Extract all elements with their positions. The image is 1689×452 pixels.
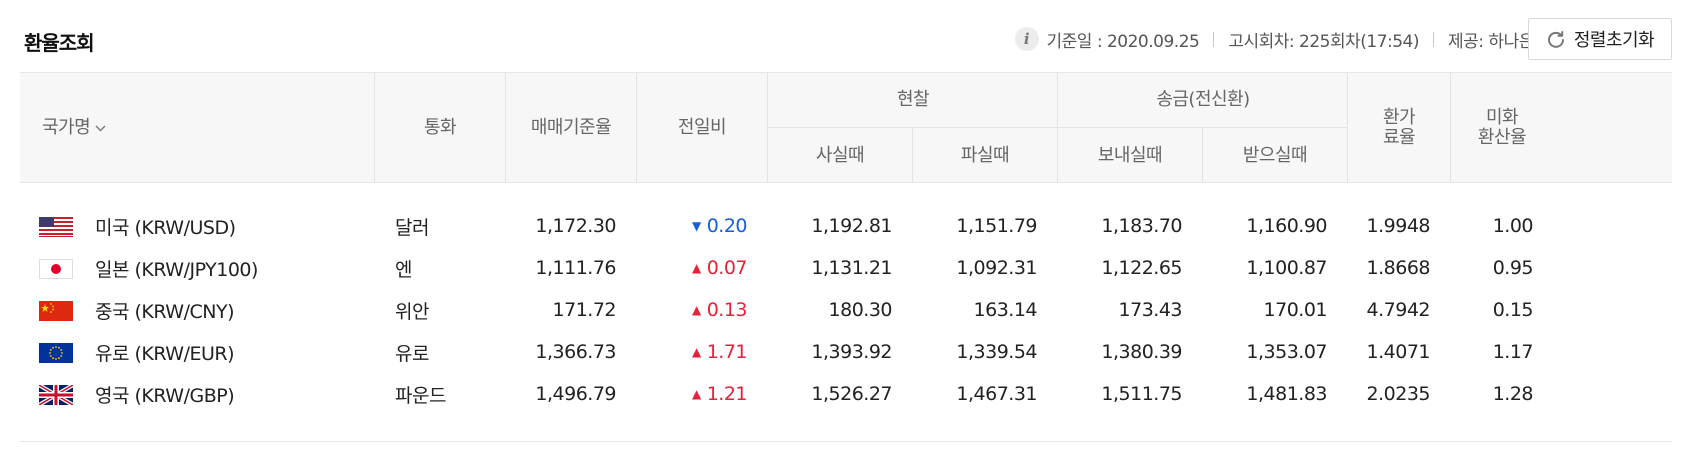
us-flag-icon [39,217,73,237]
base-rate: 171.72 [552,299,617,321]
jp-flag-icon [39,259,73,279]
currency-name: 유로 [395,342,429,365]
base-rate: 1,366.73 [535,341,616,363]
cash-sell: 1,092.31 [956,257,1037,279]
cash-sell: 1,467.31 [956,383,1037,405]
base-date: 기준일 : 2020.09.25 [1046,31,1200,52]
table-row[interactable]: 유로 (KRW/EUR) 유로 1,366.73 ▲ 1.71 1,393.92 … [20,331,1672,373]
column-header-remit-send: 보내실때 [1097,144,1163,166]
reset-sort-label: 정렬초기화 [1573,30,1655,51]
table-row[interactable]: 미국 (KRW/USD) 달러 1,172.30 ▼ 0.20 1,192.81 … [20,205,1672,247]
fx-rate: 4.7942 [1366,299,1431,321]
cash-sell: 163.14 [973,299,1038,321]
eu-flag-icon [39,343,73,363]
remit-receive: 1,160.90 [1246,215,1327,237]
column-header-fx-rate: 환가 료율 [1382,107,1416,148]
base-rate: 1,111.76 [535,257,616,279]
column-header-cash: 현찰 [896,89,930,110]
column-header-base-rate: 매매기준율 [530,117,612,138]
column-header-country[interactable]: 국가명 [20,73,374,183]
column-header-cash-sell: 파실때 [960,144,1010,166]
table-row[interactable]: 영국 (KRW/GBP) 파운드 1,496.79 ▲ 1.21 1,526.27… [20,373,1672,415]
base-rate: 1,496.79 [535,383,616,405]
usd-rate: 1.17 [1492,341,1534,363]
usd-rate: 1.28 [1492,383,1534,405]
divider [1213,31,1215,47]
currency-name: 파운드 [395,384,446,407]
arrow-up-icon: ▲ [691,387,701,401]
country-name[interactable]: 영국 (KRW/GBP) [95,373,235,415]
info-icon[interactable]: i [1014,27,1039,51]
column-header-remit: 송금(전신환) [1156,89,1250,110]
column-header-currency: 통화 [423,117,457,138]
cn-flag-icon [39,301,73,321]
usd-rate: 0.15 [1492,299,1534,321]
fx-rate: 1.4071 [1366,341,1431,363]
usd-rate: 0.95 [1492,257,1534,279]
column-header-change: 전일비 [677,117,727,138]
notice-round: 고시회차: 225회차(17:54) [1228,31,1420,52]
country-name[interactable]: 유로 (KRW/EUR) [95,331,235,373]
change-value: ▼ 0.20 [691,215,748,237]
arrow-up-icon: ▲ [691,345,701,359]
column-header-cash-buy: 사실때 [815,144,865,166]
currency-name: 위안 [395,300,429,323]
fx-rate: 1.8668 [1366,257,1431,279]
cash-buy: 1,192.81 [811,215,892,237]
country-name[interactable]: 일본 (KRW/JPY100) [95,247,258,289]
table-bottom-divider [20,441,1672,442]
currency-name: 엔 [395,258,412,281]
divider [1433,31,1435,47]
fx-rate: 2.0235 [1366,383,1431,405]
change-value: ▲ 0.13 [691,299,748,321]
base-rate: 1,172.30 [535,215,616,237]
column-header-remit-receive: 받으실때 [1242,144,1308,166]
remit-send: 1,511.75 [1101,383,1182,405]
reset-sort-button[interactable]: 정렬초기화 [1528,18,1672,60]
country-name[interactable]: 중국 (KRW/CNY) [95,289,235,331]
cash-buy: 1,393.92 [811,341,892,363]
currency-name: 달러 [395,216,429,239]
cash-buy: 1,526.27 [811,383,892,405]
remit-receive: 1,481.83 [1246,383,1327,405]
refresh-icon [1547,31,1564,48]
arrow-up-icon: ▲ [691,261,701,275]
arrow-down-icon: ▼ [691,219,701,233]
arrow-up-icon: ▲ [691,303,701,317]
chevron-down-icon [95,125,106,131]
fx-rate: 1.9948 [1366,215,1431,237]
rate-meta: i 기준일 : 2020.09.25 고시회차: 225회차(17:54) 제공… [1014,26,1549,52]
cash-buy: 1,131.21 [811,257,892,279]
cash-buy: 180.30 [828,299,893,321]
cash-sell: 1,151.79 [956,215,1037,237]
cash-sell: 1,339.54 [956,341,1037,363]
change-value: ▲ 1.21 [691,383,748,405]
table-row[interactable]: 일본 (KRW/JPY100) 엔 1,111.76 ▲ 0.07 1,131.2… [20,247,1672,289]
table-header: 국가명 통화 매매기준율 전일비 현찰 사실때 파실때 송금(전신환) 보내실때… [20,72,1672,183]
remit-send: 1,183.70 [1101,215,1182,237]
change-value: ▲ 0.07 [691,257,748,279]
usd-rate: 1.00 [1492,215,1534,237]
page-title: 환율조회 [24,31,95,55]
country-name[interactable]: 미국 (KRW/USD) [95,205,236,247]
table-row[interactable]: 중국 (KRW/CNY) 위안 171.72 ▲ 0.13 180.30 163.… [20,289,1672,331]
change-value: ▲ 1.71 [691,341,748,363]
remit-receive: 170.01 [1263,299,1328,321]
remit-receive: 1,100.87 [1246,257,1327,279]
remit-send: 1,380.39 [1101,341,1182,363]
remit-receive: 1,353.07 [1246,341,1327,363]
remit-send: 1,122.65 [1101,257,1182,279]
remit-send: 173.43 [1118,299,1183,321]
uk-flag-icon [39,385,73,405]
column-header-usd-rate: 미화 환산율 [1477,107,1527,148]
